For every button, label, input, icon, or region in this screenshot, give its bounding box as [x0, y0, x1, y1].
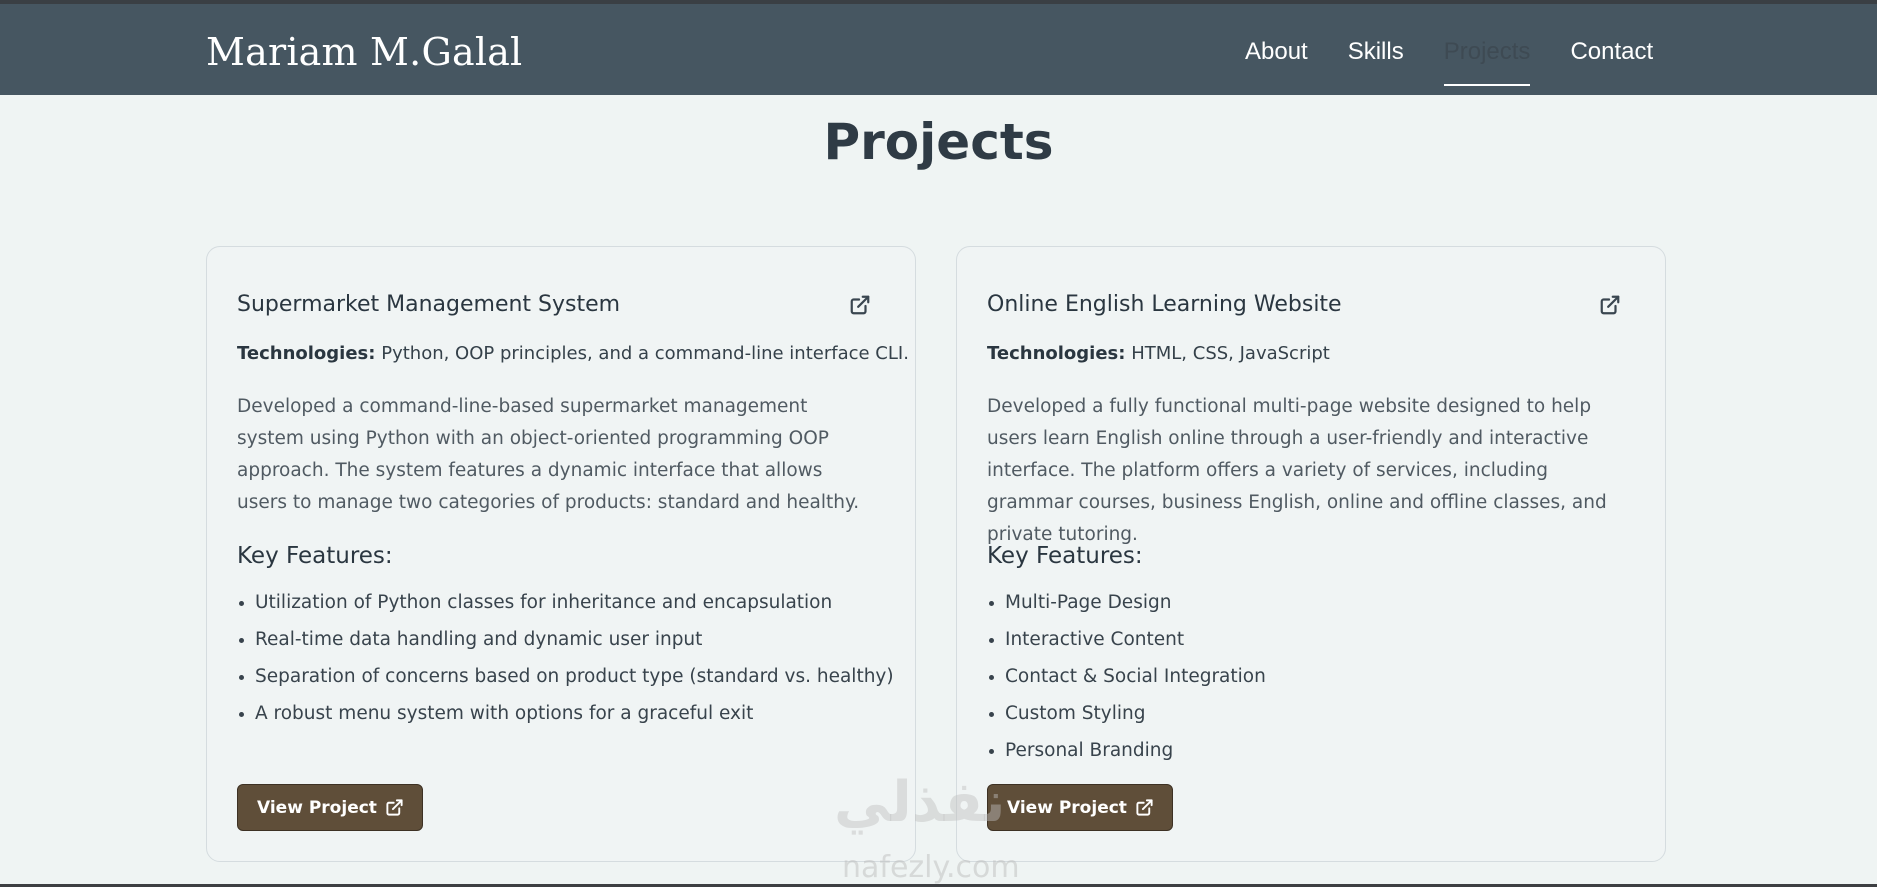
feature-item: A robust menu system with options for a …	[237, 695, 895, 732]
technologies-label: Technologies:	[987, 343, 1126, 364]
feature-item: Utilization of Python classes for inheri…	[237, 584, 895, 621]
technologies-value: HTML, CSS, JavaScript	[1131, 343, 1330, 364]
key-features-title: Key Features:	[987, 543, 1143, 569]
nav-about[interactable]: About	[1245, 38, 1308, 66]
feature-item: Custom Styling	[987, 695, 1645, 732]
project-card-supermarket: Supermarket Management System Technologi…	[206, 246, 916, 862]
project-card-english-website: Online English Learning Website Technolo…	[956, 246, 1666, 862]
project-description: Developed a fully functional multi-page …	[987, 396, 1607, 545]
brand-name[interactable]: Mariam M.Galal	[206, 30, 522, 74]
external-link-icon[interactable]	[1599, 294, 1621, 316]
project-technologies: Technologies: HTML, CSS, JavaScript	[987, 343, 1635, 364]
button-label: View Project	[257, 797, 377, 818]
feature-item: Separation of concerns based on product …	[237, 658, 895, 695]
project-technologies: Technologies: Python, OOP principles, an…	[237, 343, 909, 364]
nav-projects[interactable]: Projects	[1443, 38, 1530, 86]
main-nav: About Skills Projects Contact	[1245, 38, 1653, 86]
external-link-icon	[1136, 799, 1153, 816]
view-project-button[interactable]: View Project	[987, 784, 1173, 831]
external-link-icon	[386, 799, 403, 816]
features-list: Utilization of Python classes for inheri…	[237, 584, 895, 732]
feature-item: Interactive Content	[987, 621, 1645, 658]
project-title: Online English Learning Website	[987, 292, 1342, 317]
project-title: Supermarket Management System	[237, 292, 621, 317]
page-title: Projects	[823, 113, 1054, 171]
card-header: Supermarket Management System	[237, 292, 871, 317]
technologies-value: Python, OOP principles, and a command-li…	[381, 343, 909, 364]
nav-skills[interactable]: Skills	[1348, 38, 1404, 66]
external-link-icon[interactable]	[849, 294, 871, 316]
technologies-label: Technologies:	[237, 343, 376, 364]
card-header: Online English Learning Website	[987, 292, 1621, 317]
view-project-button[interactable]: View Project	[237, 784, 423, 831]
key-features-title: Key Features:	[237, 543, 393, 569]
project-description: Developed a command-line-based supermark…	[237, 396, 860, 513]
top-navbar: Mariam M.Galal About Skills Projects Con…	[0, 0, 1877, 95]
nav-contact[interactable]: Contact	[1570, 38, 1653, 66]
button-label: View Project	[1007, 797, 1127, 818]
feature-item: Multi-Page Design	[987, 584, 1645, 621]
feature-item: Contact & Social Integration	[987, 658, 1645, 695]
feature-item: Personal Branding	[987, 732, 1645, 769]
features-list: Multi-Page Design Interactive Content Co…	[987, 584, 1645, 769]
feature-item: Real-time data handling and dynamic user…	[237, 621, 895, 658]
